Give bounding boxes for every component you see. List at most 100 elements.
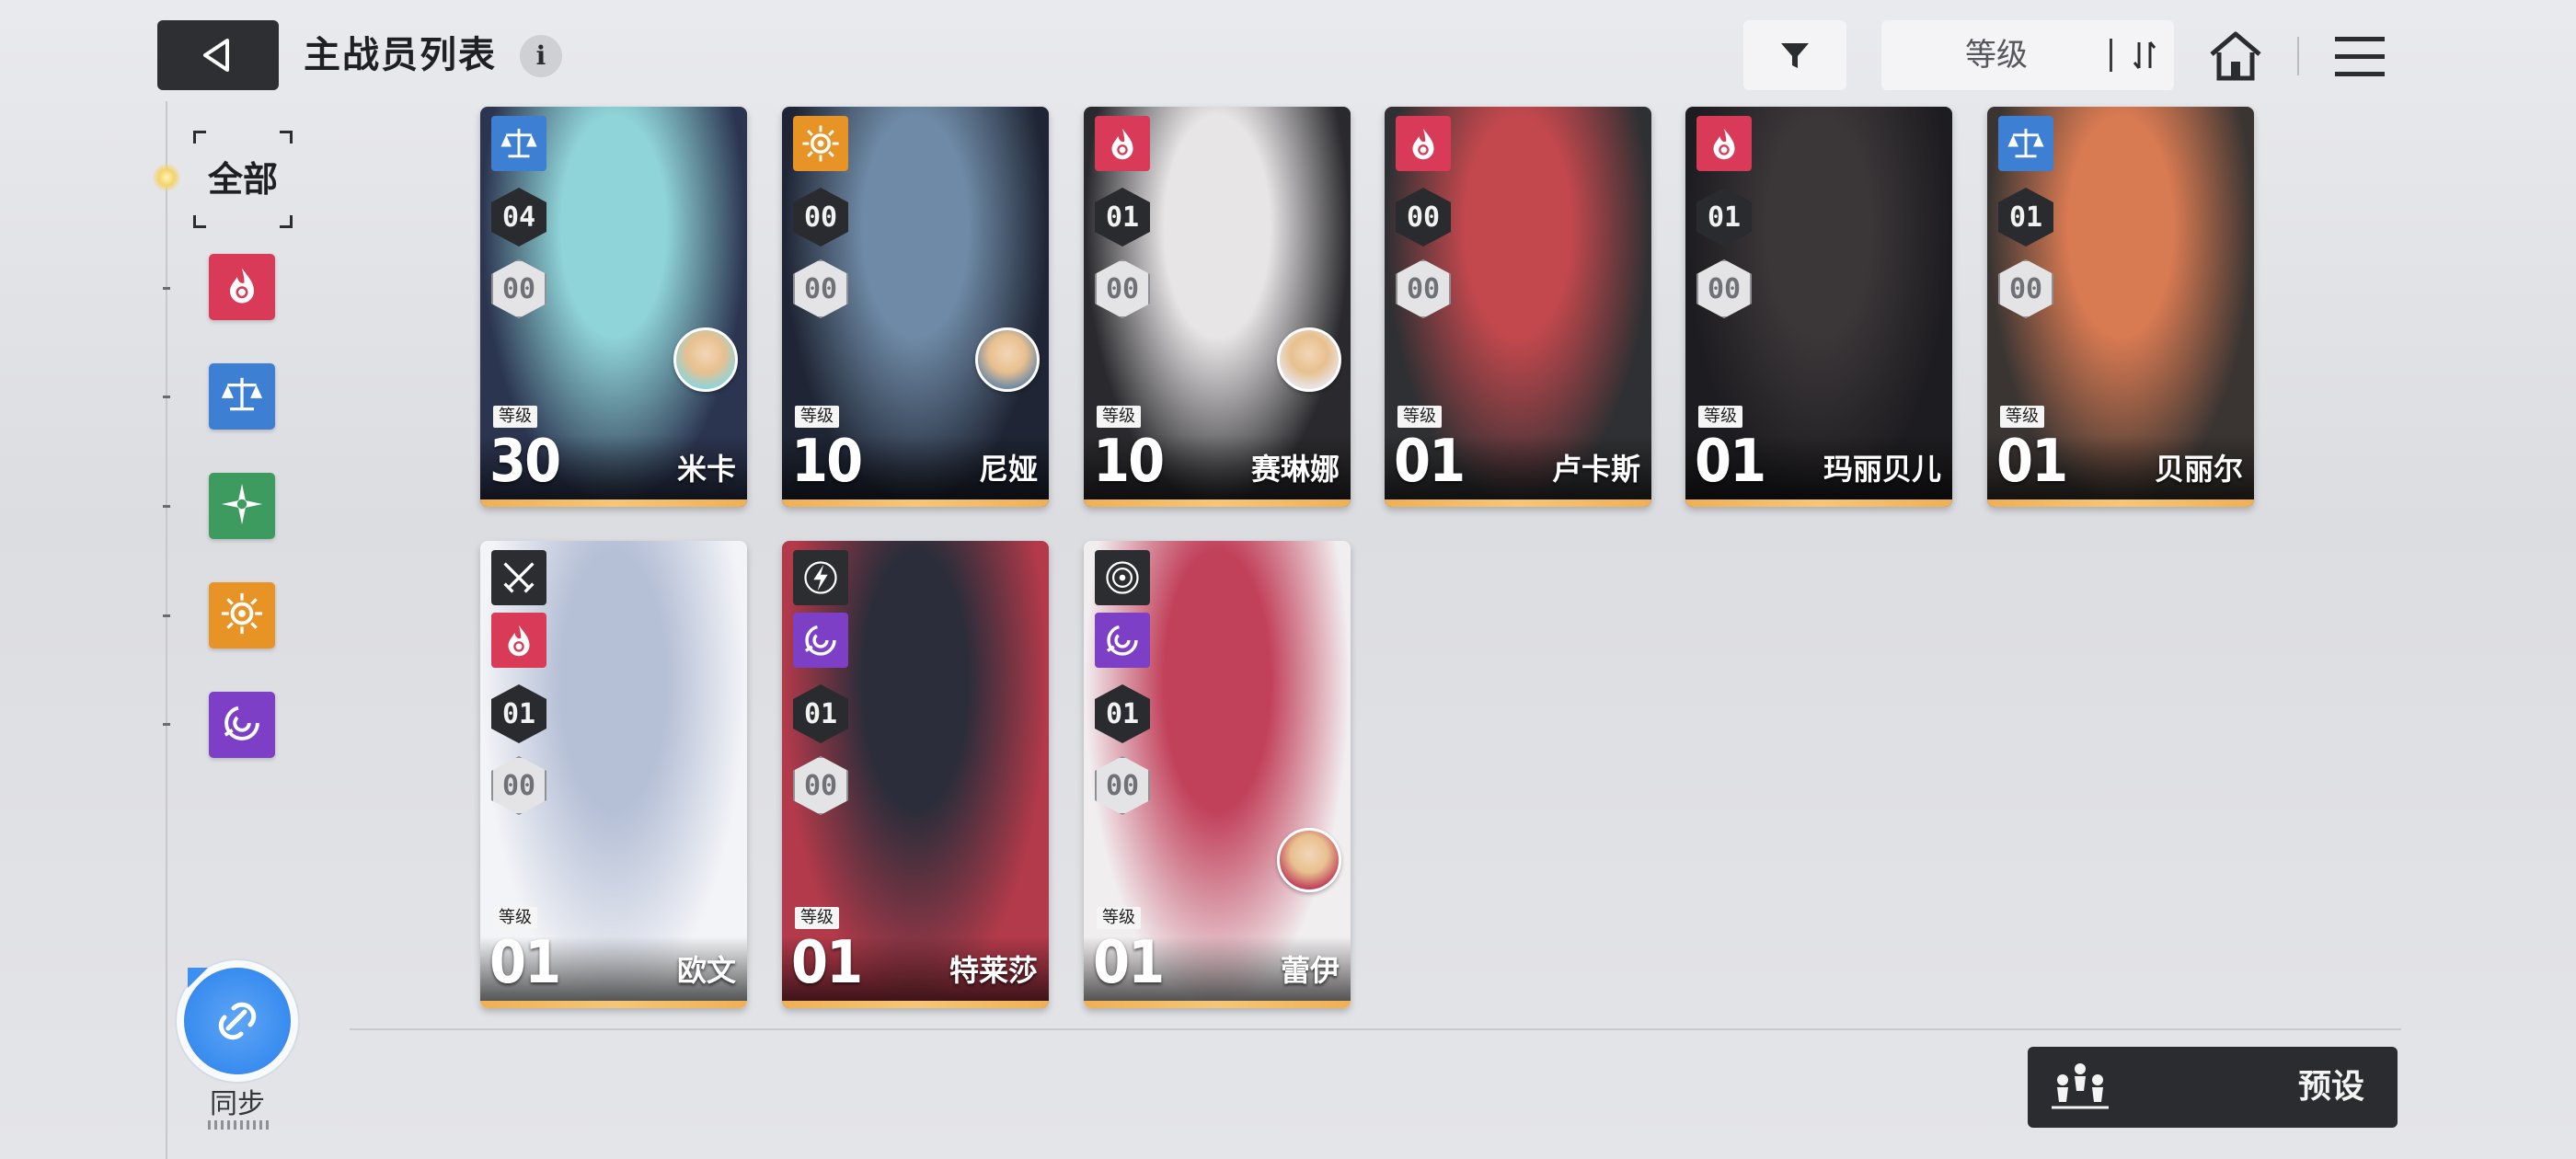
sync-label: 同步 [210,1088,265,1120]
sort-divider [2110,39,2112,72]
sync-link-icon [218,1002,257,1040]
preset-button[interactable]: 预设 [2028,1047,2398,1128]
info-icon[interactable]: i [520,35,562,77]
card-rarity-strip [782,499,1049,507]
funnel-icon [1781,43,1809,68]
level-tag: 等级 [1397,406,1442,428]
preset-label: 预设 [2297,1068,2364,1106]
character-card[interactable]: 01 00 等级 01 贝丽尔 [1987,107,2254,507]
level-value: 01 [1093,929,1165,997]
level-tag: 等级 [2000,406,2044,428]
header-separator [2297,37,2299,75]
page-title: 主战员列表 [304,34,497,76]
element-void-icon [1095,613,1150,668]
flame-icon [218,261,266,313]
rail-tick [163,287,170,290]
filter-balance[interactable] [209,363,275,430]
level-tag: 等级 [795,907,839,929]
level-value: 10 [791,428,863,496]
card-rarity-strip [1084,499,1351,507]
target-icon [1095,550,1150,605]
hamburger-icon [2335,37,2385,76]
level-tag: 等级 [493,406,537,428]
element-void-icon [793,613,848,668]
selected-indicator [153,164,180,191]
back-arrow-icon [203,39,229,72]
character-name: 贝丽尔 [2154,452,2243,487]
sort-label: 等级 [1965,37,2028,74]
card-rarity-strip [1685,499,1952,507]
back-button[interactable] [157,20,279,90]
rail-tick [163,396,170,398]
character-card[interactable]: 01 00 等级 01 欧文 [480,541,747,1008]
character-name: 特莱莎 [949,953,1038,988]
character-name: 玛丽贝儿 [1823,452,1941,487]
team-preset-icon [2052,1063,2109,1109]
level-value: 01 [489,929,561,997]
scales-icon [218,371,266,422]
sort-order-toggle[interactable] [2117,20,2172,90]
sidebar-rail [166,101,167,1159]
character-name: 欧文 [676,953,736,988]
star-burst-icon [218,480,266,532]
character-name: 米卡 [676,452,736,487]
filter-button[interactable] [1743,20,1846,90]
card-rarity-strip [782,1001,1049,1008]
character-name: 赛琳娜 [1250,452,1340,487]
element-balance-icon [491,116,546,171]
level-tag: 等级 [493,907,537,929]
sync-button[interactable] [184,968,291,1074]
character-name: 蕾伊 [1280,953,1340,988]
character-card[interactable]: 01 00 等级 01 特莱莎 [782,541,1049,1008]
card-rarity-strip [1385,499,1651,507]
filter-wind[interactable] [209,473,275,539]
partner-avatar [1277,828,1341,892]
home-button[interactable] [2203,24,2268,88]
spiral-icon [218,699,266,751]
character-card[interactable]: 04 00 等级 30 米卡 [480,107,747,507]
sort-arrows-icon [2133,41,2156,69]
character-card[interactable]: 00 00 等级 01 卢卡斯 [1385,107,1651,507]
card-rarity-strip [1987,499,2254,507]
filter-void[interactable] [209,692,275,758]
card-rarity-strip [480,1001,747,1008]
filter-sun[interactable] [209,582,275,648]
level-value: 10 [1093,428,1165,496]
character-card[interactable]: 01 00 等级 01 玛丽贝儿 [1685,107,1952,507]
level-tag: 等级 [1097,406,1141,428]
swords-icon [491,550,546,605]
element-burn-icon [1696,116,1752,171]
character-name: 尼娅 [978,452,1038,487]
element-balance-icon [1998,116,2053,171]
level-value: 01 [791,929,863,997]
level-value: 01 [1996,428,2068,496]
partner-avatar [975,327,1040,392]
sun-icon [218,590,266,641]
card-rarity-strip [480,499,747,507]
level-tag: 等级 [1698,406,1742,428]
lightning-icon [793,550,848,605]
character-card[interactable]: 01 00 等级 10 赛琳娜 [1084,107,1351,507]
filter-all-label: 全部 [207,159,278,200]
level-value: 01 [1695,428,1766,496]
rail-tick [163,614,170,617]
element-burn-icon [1095,116,1150,171]
home-icon [2210,31,2261,81]
filter-all[interactable]: 全部 [193,131,293,228]
rail-tick [163,505,170,508]
partner-avatar [1277,327,1341,392]
character-card[interactable]: 01 00 等级 01 蕾伊 [1084,541,1351,1008]
element-burn-icon [491,613,546,668]
level-value: 01 [1394,428,1466,496]
rail-tick [163,723,170,726]
sort-dropdown[interactable]: 等级 [1881,20,2174,90]
card-rarity-strip [1084,1001,1351,1008]
element-burn-icon [1396,116,1451,171]
character-name: 卢卡斯 [1551,452,1640,487]
character-card[interactable]: 00 00 等级 10 尼娅 [782,107,1049,507]
filter-burn[interactable] [209,254,275,320]
level-tag: 等级 [795,406,839,428]
footer-divider [350,1028,2401,1030]
sync-decoration [208,1120,272,1130]
menu-button[interactable] [2328,28,2392,86]
